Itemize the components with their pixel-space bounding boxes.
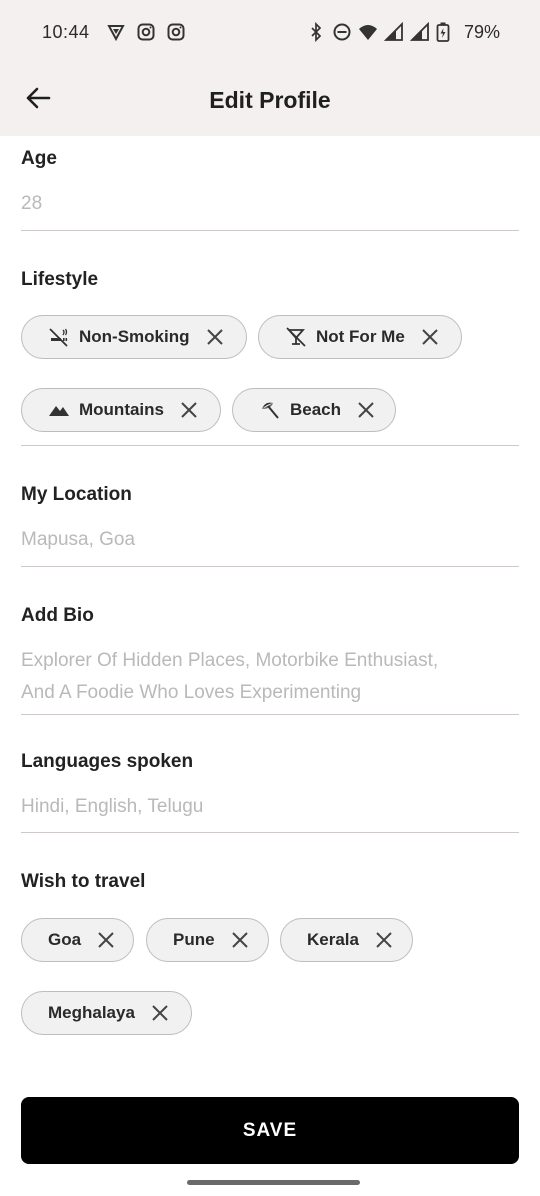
lifestyle-section: Lifestyle — [21, 269, 519, 291]
app-bar: Edit Profile — [0, 64, 540, 136]
location-field[interactable]: My Location Mapusa, Goa — [21, 484, 519, 556]
chip-label: Not For Me — [316, 327, 405, 346]
close-icon[interactable] — [95, 929, 117, 951]
age-input[interactable]: 28 — [21, 188, 519, 220]
divider — [21, 832, 519, 833]
status-bar: 10:44 79% — [0, 0, 540, 64]
languages-input[interactable]: Hindi, English, Telugu — [21, 791, 519, 823]
status-time: 10:44 — [42, 21, 90, 42]
divider — [21, 714, 519, 715]
chip-label: Goa — [48, 930, 82, 949]
battery-icon — [436, 22, 456, 42]
no-drinks-icon — [285, 326, 307, 348]
bio-line: And A Foodie Who Loves Experimenting — [21, 682, 362, 703]
chip-pune[interactable]: Pune — [146, 918, 269, 962]
close-icon[interactable] — [149, 1002, 171, 1024]
bio-line: Explorer Of Hidden Places, Motorbike Ent… — [21, 650, 439, 671]
chip-label: Mountains — [79, 400, 164, 419]
bio-input[interactable]: Explorer Of Hidden Places, Motorbike Ent… — [21, 645, 519, 709]
languages-field[interactable]: Languages spoken Hindi, English, Telugu — [21, 751, 519, 823]
lifestyle-label: Lifestyle — [21, 269, 99, 290]
instagram-icon — [136, 22, 156, 42]
divider — [21, 445, 519, 446]
page-title: Edit Profile — [209, 86, 331, 113]
languages-label: Languages spoken — [21, 751, 194, 772]
close-icon[interactable] — [419, 326, 441, 348]
chip-label: Non-Smoking — [79, 327, 190, 346]
signal-icon — [383, 21, 404, 42]
close-icon[interactable] — [178, 399, 200, 421]
arrow-left-icon — [25, 85, 51, 116]
chip-mountains[interactable]: Mountains — [21, 388, 221, 432]
close-icon[interactable] — [204, 326, 226, 348]
chip-label: Beach — [290, 400, 342, 419]
chip-label: Kerala — [307, 930, 359, 949]
no-smoking-icon — [48, 326, 70, 348]
chip-beach[interactable]: Beach — [232, 388, 396, 432]
wish-to-travel-section: Wish to travel — [21, 871, 519, 893]
chip-goa[interactable]: Goa — [21, 918, 134, 962]
divider — [21, 230, 519, 231]
location-input[interactable]: Mapusa, Goa — [21, 524, 519, 556]
age-field[interactable]: Age 28 — [21, 148, 519, 220]
beach-umbrella-icon — [259, 399, 281, 421]
chip-kerala[interactable]: Kerala — [280, 918, 413, 962]
chip-label: Pune — [173, 930, 215, 949]
signal-icon — [409, 21, 430, 42]
chip-label: Meghalaya — [48, 1003, 135, 1022]
bluetooth-icon — [306, 21, 326, 43]
chip-not-for-me[interactable]: Not For Me — [258, 315, 462, 359]
close-icon[interactable] — [355, 399, 377, 421]
age-label: Age — [21, 148, 57, 169]
chip-non-smoking[interactable]: Non-Smoking — [21, 315, 247, 359]
wifi-icon — [358, 22, 378, 42]
close-icon[interactable] — [373, 929, 395, 951]
close-icon[interactable] — [229, 929, 251, 951]
divider — [21, 566, 519, 567]
instagram-icon — [166, 22, 186, 42]
mountains-icon — [48, 399, 70, 421]
back-button[interactable] — [20, 82, 56, 118]
bio-label: Add Bio — [21, 605, 94, 626]
location-label: My Location — [21, 484, 132, 505]
bio-field[interactable]: Add Bio Explorer Of Hidden Places, Motor… — [21, 605, 519, 709]
home-indicator[interactable] — [187, 1180, 360, 1185]
wish-to-travel-label: Wish to travel — [21, 871, 146, 892]
save-button[interactable]: SAVE — [21, 1097, 519, 1164]
battery-percent: 79% — [463, 21, 500, 42]
vpn-shield-icon — [106, 22, 126, 42]
do-not-disturb-icon — [332, 22, 352, 42]
chip-meghalaya[interactable]: Meghalaya — [21, 991, 192, 1035]
